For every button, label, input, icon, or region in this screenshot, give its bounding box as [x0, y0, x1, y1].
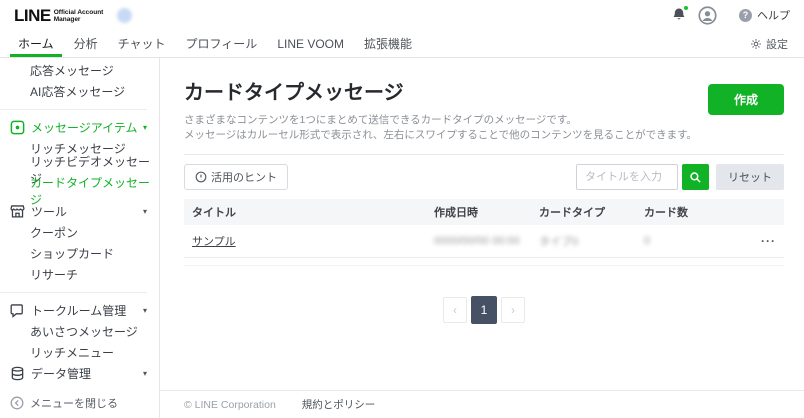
hint-button[interactable]: 活用のヒント [184, 164, 288, 190]
user-avatar[interactable] [698, 6, 717, 25]
talkroom-icon [10, 303, 25, 318]
line-logo-text: LINE [14, 7, 51, 24]
header-actions: ? ヘルプ [671, 6, 790, 25]
sidebar-item-reply-message[interactable]: 応答メッセージ [0, 60, 159, 81]
page-title: カードタイプメッセージ [184, 76, 784, 105]
sidebar-divider [0, 109, 147, 110]
sidebar-item-ai-reply-message[interactable]: AI応答メッセージ [0, 81, 159, 102]
table-body: サンプル 0000/00/00 00:00 タイプ0 0 ··· [184, 225, 784, 258]
sidebar-item-shop-card[interactable]: ショップカード [0, 243, 159, 264]
table-footer-spacer [184, 258, 784, 266]
sidebar-item-label: リサーチ [30, 266, 78, 283]
toolbar: 活用のヒント リセット [184, 164, 784, 190]
pagination: ‹ 1 › [184, 296, 784, 324]
sidebar-item-label: トークルーム管理 [31, 302, 126, 319]
tab-profile[interactable]: プロフィール [176, 30, 268, 57]
column-header: カード数 [644, 204, 734, 220]
sidebar-menu: 応答メッセージAI応答メッセージメッセージアイテム▾リッチメッセージリッチビデオ… [0, 58, 159, 405]
row-more-button[interactable]: ··· [761, 234, 776, 248]
hint-icon [195, 171, 207, 183]
chevron-down-icon: ▾ [143, 306, 147, 315]
tab-extensions[interactable]: 拡張機能 [354, 30, 422, 57]
tab-chat[interactable]: チャット [108, 30, 176, 57]
sidebar-item-coupon[interactable]: クーポン [0, 222, 159, 243]
tab-home[interactable]: ホーム [8, 30, 64, 57]
close-menu-label: メニューを閉じる [30, 395, 118, 411]
notification-dot [683, 5, 689, 11]
tab-line-voom[interactable]: LINE VOOM [267, 30, 354, 57]
row-actions-cell: ··· [734, 234, 784, 248]
close-menu-button[interactable]: メニューを閉じる [0, 388, 159, 418]
column-header: タイトル [184, 204, 434, 220]
chevron-down-icon: ▾ [143, 207, 147, 216]
pagination-next-button[interactable]: › [501, 297, 525, 323]
sidebar-item-label: リッチメニュー [30, 344, 114, 361]
store-icon [10, 204, 25, 219]
search-input[interactable] [576, 164, 678, 190]
sidebar-item-label: AI応答メッセージ [30, 83, 125, 100]
sidebar-item-rich-menu[interactable]: リッチメニュー [0, 342, 159, 363]
row-title-cell: サンプル [184, 233, 434, 249]
sidebar-item-label: データ管理 [31, 365, 91, 382]
sidebar-divider [0, 292, 147, 293]
card-type-blurred: タイプ0 [539, 233, 578, 249]
sidebar-item-label: 応答メッセージ [30, 62, 114, 79]
pagination-prev-button[interactable]: ‹ [443, 297, 467, 323]
help-button[interactable]: ? ヘルプ [739, 7, 790, 23]
account-badge-blurred[interactable] [117, 8, 132, 23]
message-table: タイトル作成日時カードタイプカード数 サンプル 0000/00/00 00:00 タ… [184, 199, 784, 266]
sidebar-item-card-type-message[interactable]: カードタイプメッセージ [0, 180, 159, 201]
sidebar-item-data-management[interactable]: データ管理 ▾ [0, 363, 159, 384]
sidebar: 応答メッセージAI応答メッセージメッセージアイテム▾リッチメッセージリッチビデオ… [0, 58, 160, 418]
nav-tabs: ホーム分析チャットプロフィールLINE VOOM拡張機能 [8, 30, 422, 57]
row-title-link[interactable]: サンプル [192, 233, 236, 249]
table-header-row: タイトル作成日時カードタイプカード数 [184, 199, 784, 225]
sidebar-item-research[interactable]: リサーチ [0, 264, 159, 285]
app-header: LINE Official AccountManager ? ヘルプ [0, 0, 804, 30]
card-count-blurred: 0 [644, 235, 650, 247]
main-footer: © LINE Corporation 規約とポリシー [160, 390, 804, 418]
database-icon [10, 366, 25, 381]
row-cardtype-cell: タイプ0 [539, 233, 644, 249]
sidebar-item-label: クーポン [30, 224, 78, 241]
chevron-down-icon: ▾ [143, 123, 147, 132]
search-group: リセット [576, 164, 784, 190]
column-header: カードタイプ [539, 204, 644, 220]
settings-label: 設定 [766, 36, 788, 52]
help-label: ヘルプ [757, 7, 790, 23]
copyright-text: © LINE Corporation [184, 399, 276, 411]
chevron-down-icon: ▾ [143, 369, 147, 378]
page-description: さまざまなコンテンツを1つにまとめて送信できるカードタイプのメッセージです。 メ… [184, 113, 784, 143]
divider [184, 154, 784, 155]
table-row: サンプル 0000/00/00 00:00 タイプ0 0 ··· [184, 225, 784, 258]
policy-link[interactable]: 規約とポリシー [302, 397, 376, 412]
sidebar-item-label: ツール [31, 203, 67, 220]
sidebar-item-label: メッセージアイテム [31, 119, 138, 136]
arrow-left-circle-icon [10, 396, 24, 410]
row-created-cell: 0000/00/00 00:00 [434, 235, 539, 247]
sidebar-item-message-item[interactable]: メッセージアイテム ▾ [0, 117, 159, 138]
create-button[interactable]: 作成 [708, 84, 784, 115]
pagination-page-1[interactable]: 1 [471, 296, 497, 324]
sidebar-item-talkroom-management[interactable]: トークルーム管理 ▾ [0, 300, 159, 321]
sidebar-item-label: ショップカード [30, 245, 114, 262]
message-item-icon [10, 120, 25, 135]
sidebar-item-label: あいさつメッセージ [30, 323, 138, 340]
search-button[interactable] [682, 164, 709, 190]
sidebar-item-greeting-message[interactable]: あいさつメッセージ [0, 321, 159, 342]
settings-button[interactable]: 設定 [750, 30, 796, 57]
tab-analytics[interactable]: 分析 [64, 30, 108, 57]
search-icon [689, 171, 702, 184]
column-header: 作成日時 [434, 204, 539, 220]
row-cardcount-cell: 0 [644, 235, 734, 247]
help-icon: ? [739, 9, 752, 22]
main-nav: ホーム分析チャットプロフィールLINE VOOM拡張機能 設定 [0, 30, 804, 58]
reset-button[interactable]: リセット [716, 164, 784, 190]
line-logo[interactable]: LINE Official AccountManager [14, 7, 103, 24]
main-content: カードタイプメッセージ 作成 さまざまなコンテンツを1つにまとめて送信できるカー… [160, 58, 804, 418]
line-logo-subtext: Official AccountManager [54, 9, 104, 23]
created-at-blurred: 0000/00/00 00:00 [434, 235, 520, 247]
notification-bell-icon[interactable] [671, 7, 687, 23]
gear-icon [750, 38, 762, 50]
